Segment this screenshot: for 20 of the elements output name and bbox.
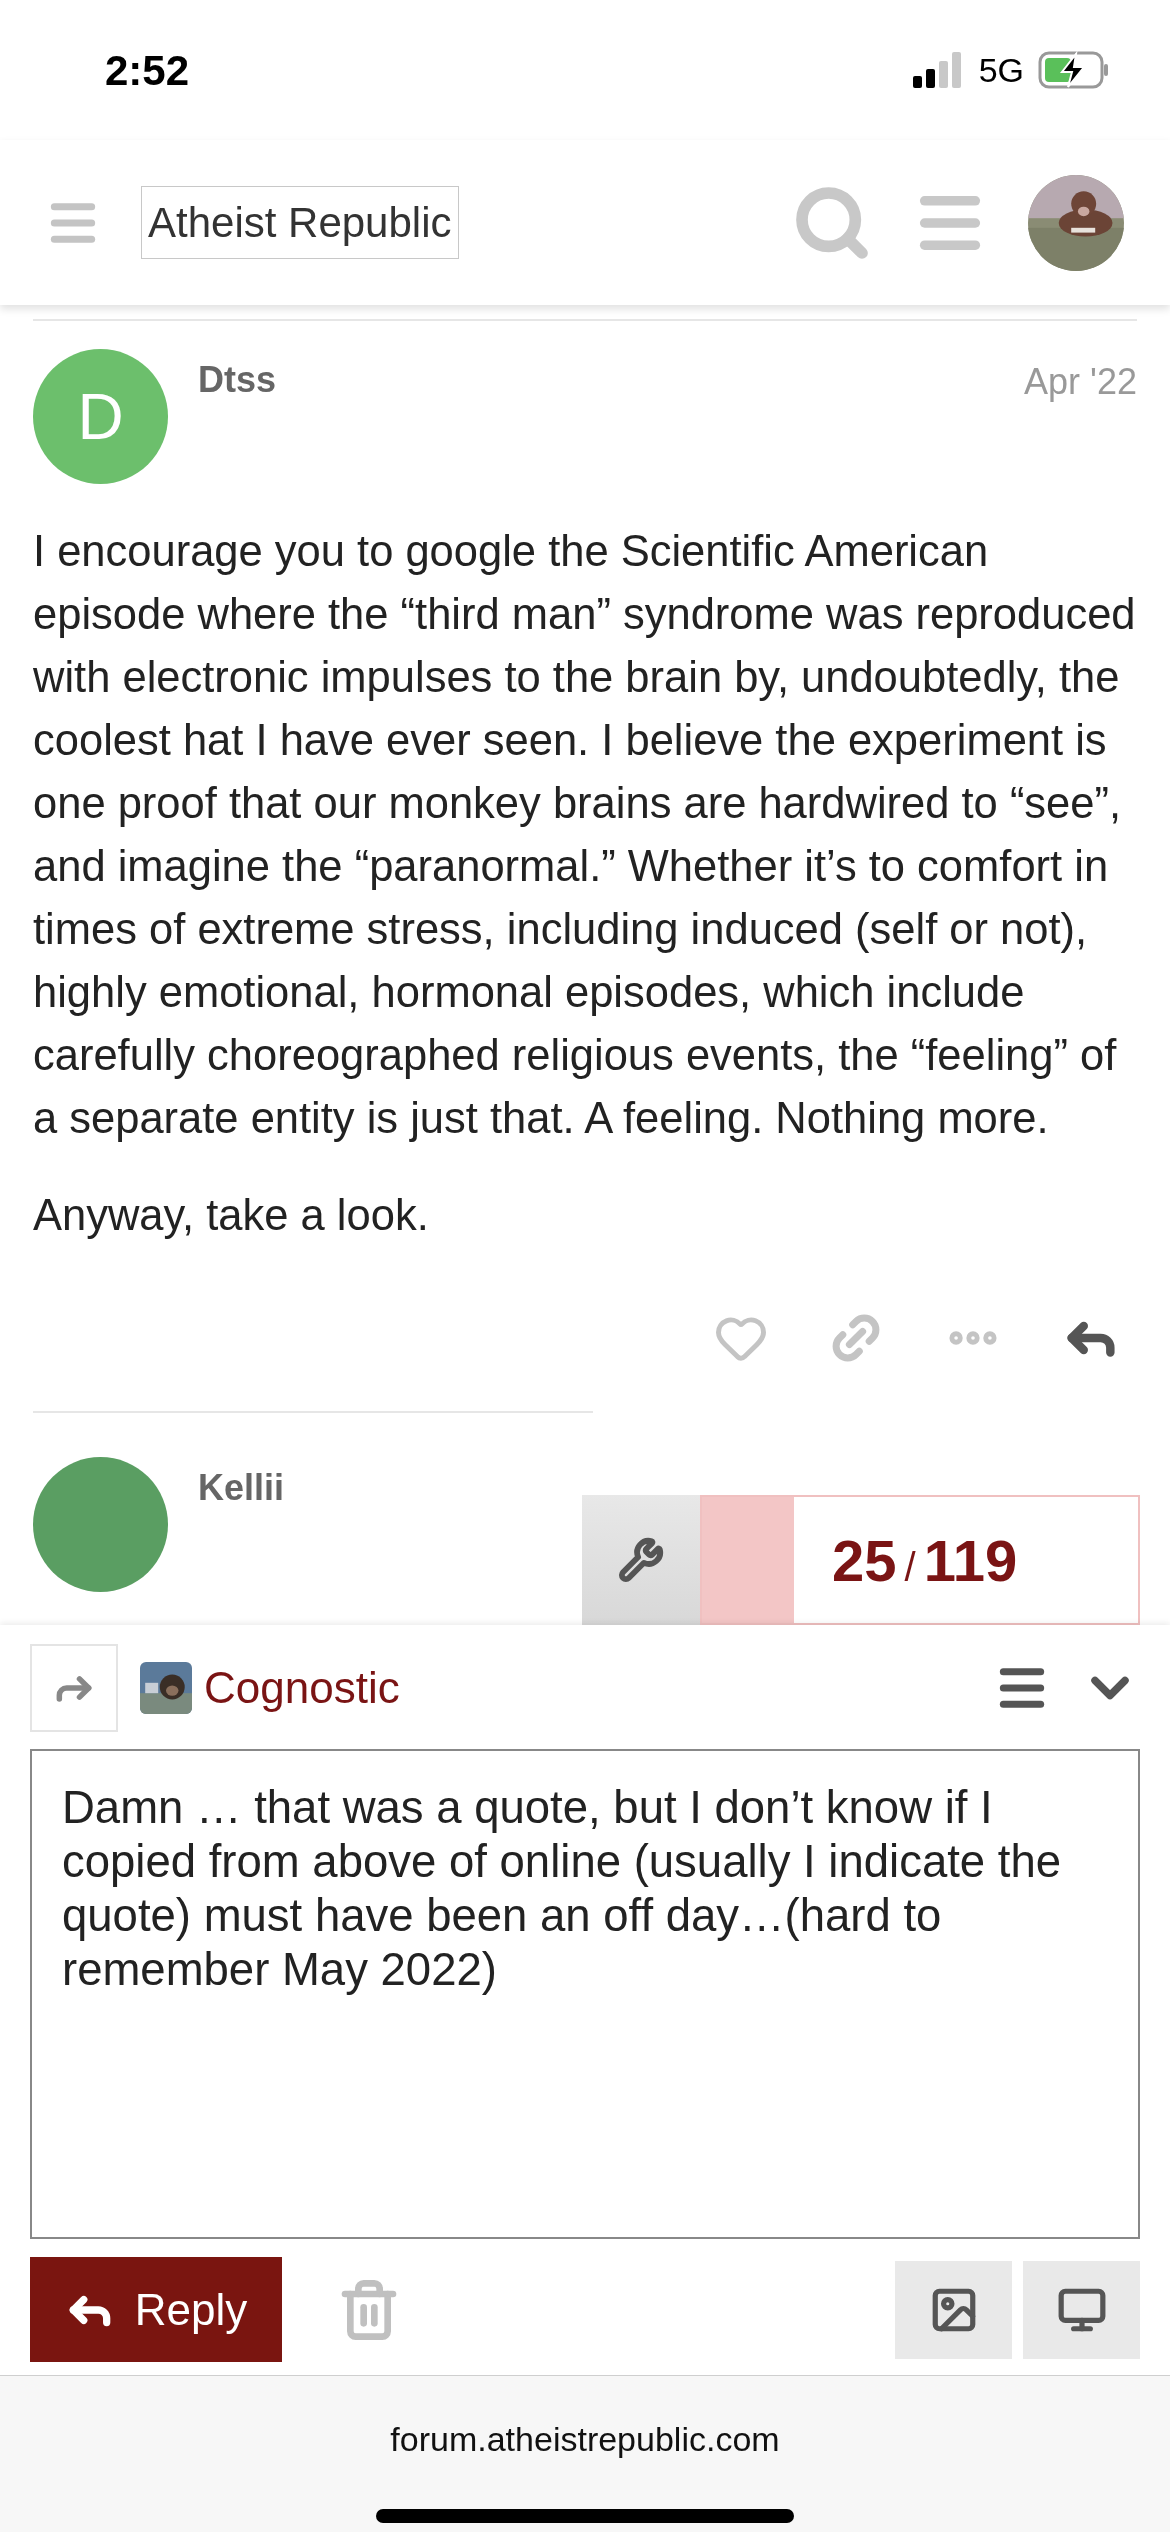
post-date: Apr '22 [1024, 360, 1137, 404]
reply-text-area[interactable]: Damn … that was a quote, but I don’t know if I copied from above of online (usually I indicate the quote) must have been an off day…(hard to remember May 2022) [30, 1749, 1140, 2239]
author-name[interactable]: Dtss [198, 353, 277, 484]
site-title[interactable]: Atheist Republic [141, 186, 459, 259]
post-paragraph: Anyway, take a look. [33, 1190, 430, 1241]
wrench-icon [618, 1537, 664, 1583]
author-name[interactable]: Kellii [198, 1461, 285, 1592]
post-position: 25/119 [832, 1526, 1018, 1595]
upload-image-button[interactable] [895, 2260, 1012, 2359]
topic-progress-bar[interactable]: 25/119 [700, 1495, 1140, 1625]
reply-to-button[interactable] [30, 1644, 118, 1732]
composer-username: Cognostic [204, 1662, 400, 1714]
network-label: 5G [978, 49, 1024, 91]
post-paragraph: I encourage you to google the Scientific American episode where the “third man” syndrome was reproduced with electronic impulses to the brain by, undoubtedly, the coolest hat I have ever seen. I believe the experiment is one proof that our monkey brains are hardwired to “see”, and imagine the “paranormal.” Whether it’s to comfort in times of extreme stress, including induced (self or not), highly emotional, hormonal episodes, which include carefully choreographed religious events, the “feeling” of a separate entity is just that. A feeling. Nothing more. [33, 526, 1137, 1144]
preview-button[interactable] [1023, 2260, 1140, 2359]
status-time: 2:52 [105, 45, 190, 96]
reply-button[interactable]: Reply [30, 2257, 282, 2362]
battery-charging-icon [1038, 51, 1110, 89]
browser-url[interactable]: forum.atheistrepublic.com [390, 2414, 780, 2465]
admin-wrench-button[interactable] [582, 1495, 700, 1625]
